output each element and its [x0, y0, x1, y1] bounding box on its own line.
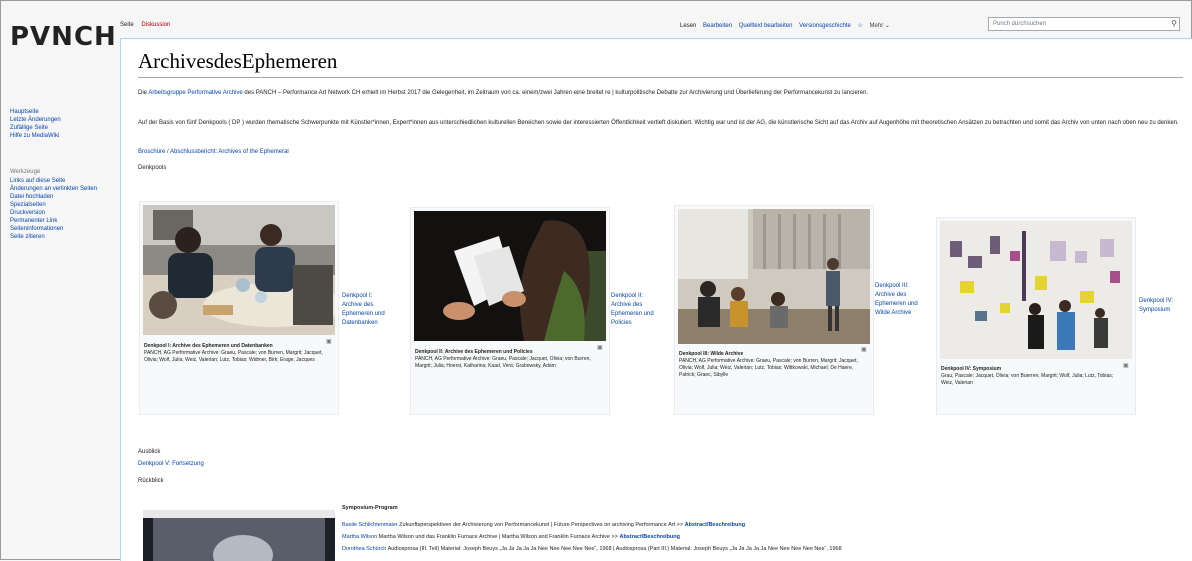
- sidebar-item-cite[interactable]: Seite zitieren: [10, 233, 110, 241]
- sidebar-item-print[interactable]: Druckversion: [10, 209, 110, 217]
- gallery-caption: Denkpool IV: Symposium Grau, Pascale; Ja…: [941, 366, 1125, 387]
- tab-discussion[interactable]: Diskussion: [141, 22, 170, 28]
- intro-paragraph-1: Die Arbeitsgruppe Performative Archive d…: [138, 88, 1183, 98]
- gallery-link-denkpool-4[interactable]: Denkpool IV: Symposium: [1139, 297, 1179, 315]
- caption-text: PANCH, AG Performative Archive: Graeu, P…: [415, 356, 591, 369]
- gallery-item: ▣ Denkpool III: Wilde Archive PANCH, AG …: [674, 205, 874, 415]
- sidebar-item-main-page[interactable]: Hauptseite: [10, 108, 110, 116]
- intro-paragraph-2: Auf der Basis von fünf Denkpools ( DP ) …: [138, 120, 1179, 126]
- working-group-link[interactable]: Arbeitsgruppe Performative Archive: [148, 90, 242, 96]
- sidebar-item-upload[interactable]: Datei hochladen: [10, 193, 110, 201]
- sidebar-tools: Werkzeuge Links auf diese Seite Änderung…: [10, 168, 110, 241]
- caption-title: Denkpool I: Archive des Ephemeren und Da…: [144, 343, 273, 349]
- abstract-link[interactable]: Abstract/Beschreibung: [685, 522, 746, 528]
- brochure-link[interactable]: Broschüre / Abschlussbericht: Archives o…: [138, 149, 289, 155]
- gallery-item: ▣ Denkpool IV: Symposium Grau, Pascale; …: [936, 217, 1136, 415]
- title-divider: [138, 77, 1183, 78]
- page-title: ArchivesdesEphemeren: [138, 49, 338, 73]
- site-logo[interactable]: PVNCH: [10, 22, 117, 52]
- tab-read[interactable]: Lesen: [680, 23, 696, 29]
- gallery-image-denkpool-4[interactable]: [940, 221, 1132, 359]
- symposium-program-heading[interactable]: Symposium-Program: [342, 504, 398, 513]
- tab-edit[interactable]: Bearbeiten: [703, 23, 732, 29]
- content-area: ArchivesdesEphemeren Die Arbeitsgruppe P…: [120, 38, 1192, 561]
- speaker-link[interactable]: Basile Schlichtenmaier: [342, 522, 398, 528]
- gallery-image-denkpool-1[interactable]: [143, 205, 335, 335]
- denkpool-5-link[interactable]: Denkpool V: Fortsetzung: [138, 461, 204, 467]
- sidebar-item-help[interactable]: Hilfe zu MediaWiki: [10, 132, 110, 140]
- sidebar-item-special-pages[interactable]: Spezialseiten: [10, 201, 110, 209]
- caption-title: Denkpool II: Archive des Ephemeren und P…: [415, 349, 533, 355]
- search-icon[interactable]: ⚲: [1171, 19, 1177, 28]
- sidebar-item-page-info[interactable]: Seiteninformationen: [10, 225, 110, 233]
- caption-text: PANCH, AG Performative Archive: Graeu, P…: [144, 350, 323, 363]
- speaker-link[interactable]: Martha Wilson: [342, 534, 377, 540]
- tab-edit-source[interactable]: Quelltext bearbeiten: [739, 23, 793, 29]
- more-menu[interactable]: Mehr ⌄: [870, 23, 890, 29]
- sidebar-item-whatlinkshere[interactable]: Links auf diese Seite: [10, 177, 110, 185]
- symposium-image[interactable]: [143, 510, 335, 561]
- intro-text-cont: des PANCH – Performance Art Network CH e…: [242, 90, 869, 96]
- tab-page[interactable]: Seite: [120, 22, 134, 28]
- program-row: Basile Schlichtenmaier Zukunftsperspekti…: [342, 521, 745, 530]
- caption-title: Denkpool IV: Symposium: [941, 366, 1002, 372]
- view-tabs: Lesen Bearbeiten Quelltext bearbeiten Ve…: [680, 22, 895, 29]
- gallery-caption: Denkpool II: Archive des Ephemeren und P…: [415, 349, 599, 370]
- sidebar-item-related-changes[interactable]: Änderungen an verlinkten Seiten: [10, 185, 110, 193]
- program-row: Martha Wilson Martha Wilson und das Fran…: [342, 533, 680, 542]
- sidebar-navigation: Hauptseite Letzte Änderungen Zufällige S…: [10, 108, 110, 140]
- program-text: Audiosprosa (III. Teil) Material: Joseph…: [386, 546, 842, 552]
- intro-text: Die: [138, 90, 149, 96]
- rueckblick-heading: Rückblick: [138, 478, 164, 484]
- gallery-link-denkpool-2[interactable]: Denkpool II: Archive des Ephemeren und P…: [611, 292, 661, 328]
- gallery-link-denkpool-3[interactable]: Denkpool III: Archive des Ephemeren und …: [875, 282, 925, 318]
- gallery-image-denkpool-3[interactable]: [678, 209, 870, 344]
- gallery-link-denkpool-1[interactable]: Denkpool I: Archive des Ephemeren und Da…: [342, 292, 392, 328]
- sidebar-tools-heading: Werkzeuge: [10, 169, 41, 175]
- tab-history[interactable]: Versionsgeschichte: [799, 23, 851, 29]
- caption-text: Grau, Pascale; Jacquet, Olivia; von Buer…: [941, 373, 1114, 386]
- search-placeholder: Punch durchsuchen: [993, 21, 1047, 27]
- speaker-link[interactable]: Dorothea Schürch: [342, 546, 386, 552]
- gallery-caption: Denkpool I: Archive des Ephemeren und Da…: [144, 343, 328, 364]
- sidebar-item-random-page[interactable]: Zufällige Seite: [10, 124, 110, 132]
- program-row: Dorothea Schürch Audiosprosa (III. Teil)…: [342, 545, 842, 554]
- search-input[interactable]: Punch durchsuchen ⚲: [988, 17, 1180, 31]
- ausblick-heading: Ausblick: [138, 449, 161, 455]
- caption-title: Denkpool III: Wilde Archive: [679, 351, 744, 357]
- gallery-item: ▣ Denkpool I: Archive des Ephemeren und …: [139, 201, 339, 415]
- gallery-caption: Denkpool III: Wilde Archive PANCH, AG Pe…: [679, 351, 863, 379]
- caption-text: PANCH, AG Performative Archive: Graeu, P…: [679, 358, 858, 378]
- sidebar-item-permalink[interactable]: Permanenter Link: [10, 217, 110, 225]
- program-text: Martha Wilson und das Franklin Furnace A…: [377, 534, 620, 540]
- abstract-link[interactable]: Abstract/Beschreibung: [619, 534, 680, 540]
- denkpools-heading: Denkpools: [138, 165, 167, 171]
- namespace-tabs: Seite Diskussion: [120, 22, 176, 28]
- gallery-item: ▣ Denkpool II: Archive des Ephemeren und…: [410, 207, 610, 415]
- program-text: Zukunftsperspektiven der Archivierung vo…: [397, 522, 685, 528]
- gallery-image-denkpool-2[interactable]: [414, 211, 606, 341]
- star-icon[interactable]: ☆: [857, 23, 862, 29]
- sidebar-item-recent-changes[interactable]: Letzte Änderungen: [10, 116, 110, 124]
